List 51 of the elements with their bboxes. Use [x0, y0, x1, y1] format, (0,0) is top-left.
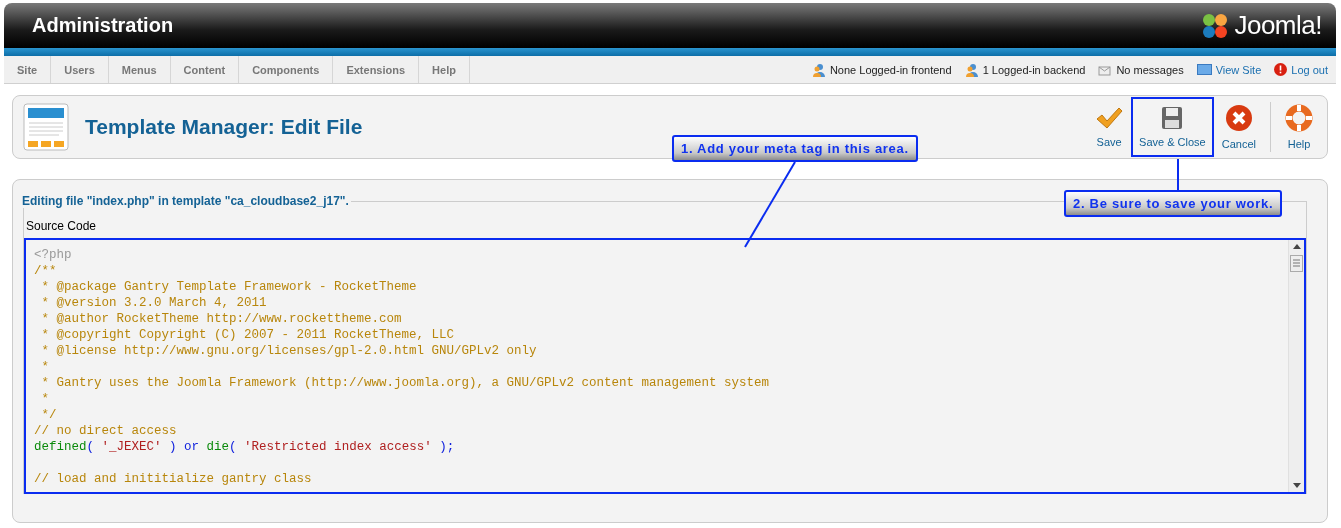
leader-line: [1177, 158, 1179, 191]
code-line: * @license http://www.gnu.org/licenses/gpl-2.0.html GNU/GPLv2 only: [40, 343, 538, 359]
envelope-icon: [1098, 63, 1113, 76]
status-text: None Logged-in frontend: [829, 63, 952, 76]
status-text: 1 Logged-in backend: [982, 63, 1086, 76]
menu-item[interactable]: Users: [51, 56, 109, 83]
status-link[interactable]: Log out: [1291, 63, 1328, 76]
code-line: defined( '_JEXEC' ) or die( 'Restricted index access' );: [34, 439, 456, 455]
template-icon: [23, 103, 69, 151]
save-button[interactable]: Save: [1087, 97, 1132, 157]
code-line: *: [40, 359, 50, 375]
scroll-up-icon[interactable]: [1292, 244, 1301, 249]
code-line: * @author RocketTheme http://www.rockettheme.com: [40, 311, 403, 327]
window-icon: [1196, 64, 1212, 75]
code-line: // no direct access: [34, 423, 178, 439]
field-label: Source Code: [26, 219, 98, 233]
callout-label: 1. Add your meta tag in this area.: [672, 135, 918, 162]
users-icon: [811, 62, 826, 77]
fieldset-legend: Editing file "index.php" in template "ca_cloudbase2_j17".: [22, 194, 351, 208]
cancel-button[interactable]: Cancel: [1213, 97, 1264, 157]
checkmark-icon: [1095, 106, 1124, 130]
users-icon: [964, 62, 979, 77]
help-button[interactable]: Help: [1277, 97, 1321, 157]
scroll-down-icon[interactable]: [1292, 483, 1301, 488]
save-close-button[interactable]: Save & Close: [1131, 97, 1214, 157]
code-line: // load and inititialize gantry class: [34, 471, 313, 487]
menu-item[interactable]: Components: [239, 56, 334, 83]
menu-item[interactable]: Help: [419, 56, 470, 83]
code-line: * @copyright Copyright (C) 2007 - 2011 RocketTheme, LLC: [40, 327, 456, 343]
page-title: Template Manager: Edit File: [85, 115, 363, 139]
logo-text: Joomla!: [1234, 10, 1322, 41]
code-line: <?php: [34, 247, 73, 263]
code-line: * @version 3.2.0 March 4, 2011: [40, 295, 268, 311]
code-line: /**: [34, 263, 58, 279]
menu-item[interactable]: Extensions: [333, 56, 420, 83]
menu-item[interactable]: Site: [4, 56, 52, 83]
menu-item[interactable]: Menus: [108, 56, 171, 83]
lifebuoy-icon: [1285, 104, 1313, 132]
power-icon: [1274, 63, 1288, 76]
status-text: No messages: [1116, 63, 1184, 76]
scrollbar[interactable]: [1288, 240, 1304, 492]
code-line: */: [40, 407, 58, 423]
code-line: * Gantry uses the Joomla Framework (http://www.joomla.org), a GNU/GPLv2 content management system: [40, 375, 771, 391]
app-title: Administration: [32, 14, 174, 37]
callout-label: 2. Be sure to save your work.: [1064, 190, 1283, 217]
status-link[interactable]: View Site: [1215, 63, 1262, 76]
code-line: *: [40, 391, 50, 407]
cancel-icon: [1224, 104, 1253, 132]
scroll-thumb[interactable]: [1290, 255, 1303, 272]
menu-item[interactable]: Content: [170, 56, 240, 83]
code-line: * @package Gantry Template Framework - RocketTheme: [40, 279, 418, 295]
